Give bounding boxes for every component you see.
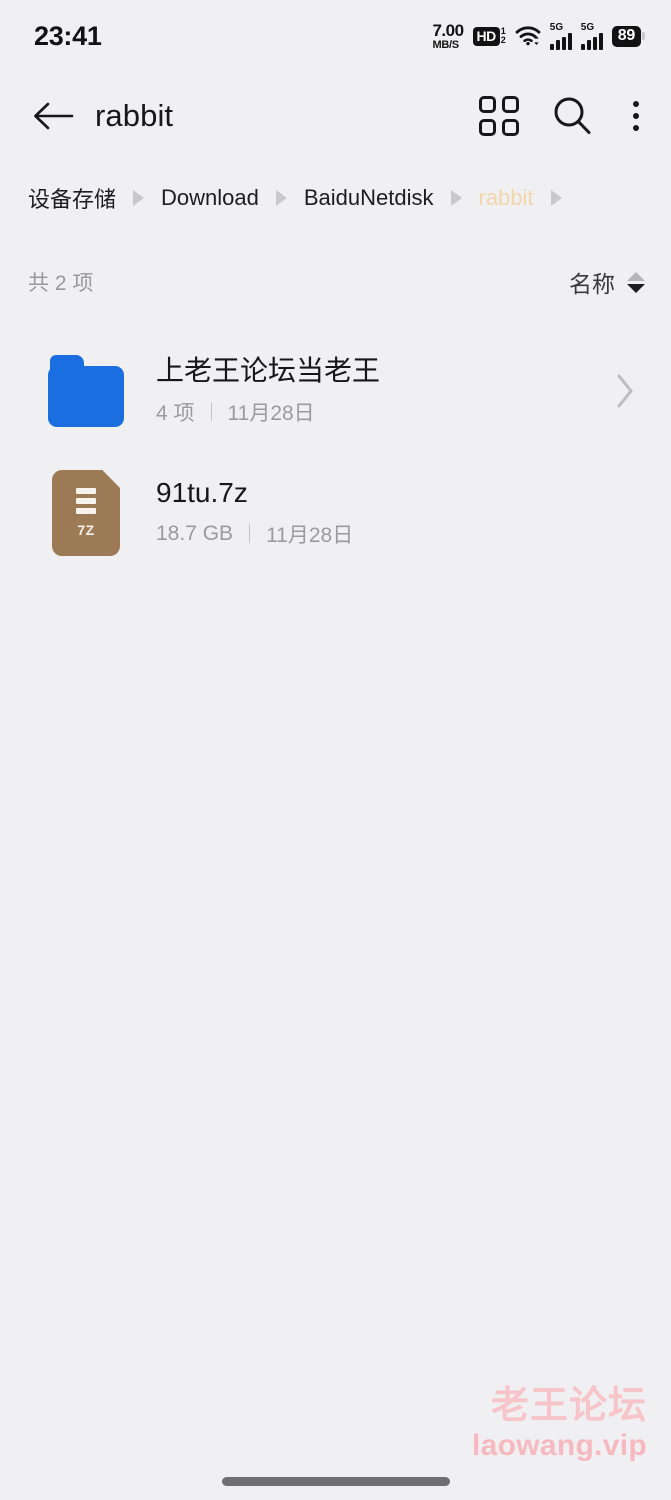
breadcrumb-item-2[interactable]: BaiduNetdisk — [304, 185, 434, 211]
sim2-signal-icon: 5G — [580, 21, 603, 50]
folder-icon — [48, 351, 124, 431]
app-bar-actions — [479, 95, 647, 137]
overflow-dots — [625, 99, 647, 133]
file-meta: 18.7 GB 11月28日 — [156, 519, 605, 549]
caret-right-icon — [450, 190, 462, 206]
file-meta: 4 项 11月28日 — [156, 397, 605, 427]
network-speed-indicator: 7.00 MB/S — [432, 20, 464, 51]
breadcrumb-item-0[interactable]: 设备存储 — [28, 182, 116, 214]
sort-label: 名称 — [569, 271, 615, 297]
hd-voice-icon: HD 1 2 — [472, 26, 506, 46]
sort-control[interactable]: 名称 — [569, 265, 645, 299]
sort-ascending-icon — [627, 271, 645, 281]
file-row-text: 上老王论坛当老王 4 项 11月28日 — [156, 355, 605, 426]
battery-level-label: 89 — [611, 25, 641, 47]
page-title: rabbit — [95, 98, 174, 133]
caret-right-icon — [550, 190, 562, 206]
file-row-text: 91tu.7z 18.7 GB 11月28日 — [156, 477, 605, 548]
archive-format-label: 7Z — [77, 522, 95, 538]
sort-arrows — [627, 271, 645, 293]
file-size: 18.7 GB — [156, 521, 234, 545]
breadcrumb-item-1[interactable]: Download — [161, 185, 259, 211]
meta-divider — [210, 402, 212, 422]
watermark-url: laowang.vip — [472, 1429, 647, 1462]
hd-sim-indicator: 1 2 — [500, 26, 506, 46]
network-speed-value: 7.00 — [432, 20, 464, 40]
status-time: 23:41 — [34, 20, 102, 51]
app-bar: rabbit — [0, 80, 671, 152]
search-icon[interactable] — [551, 95, 593, 137]
status-bar: 23:41 7.00 MB/S HD 1 2 5G 5G 89 — [0, 0, 671, 72]
file-date: 11月28日 — [266, 523, 354, 547]
file-name: 91tu.7z — [156, 477, 248, 509]
sort-descending-icon — [627, 283, 645, 293]
watermark: 老王论坛 laowang.vip — [472, 1385, 647, 1462]
archive-bars — [76, 488, 96, 514]
back-arrow-icon[interactable] — [30, 93, 76, 139]
more-vertical-icon[interactable] — [625, 99, 647, 133]
sim2-network-label: 5G — [580, 21, 595, 33]
hd-badge-label: HD — [472, 26, 500, 46]
sim1-network-label: 5G — [549, 21, 564, 33]
item-count-label: 共 2 项 — [28, 272, 94, 295]
file-item-count: 4 项 — [156, 401, 195, 425]
watermark-title: 老王论坛 — [490, 1385, 647, 1428]
chevron-right-icon[interactable] — [605, 373, 645, 409]
grid-view-glyph — [479, 96, 519, 136]
network-speed-unit: MB/S — [432, 38, 459, 51]
sim2-signal-bars — [580, 32, 603, 50]
sim1-signal-bars — [549, 32, 572, 50]
caret-right-icon — [133, 190, 145, 206]
breadcrumb-item-3-current[interactable]: rabbit — [479, 185, 534, 211]
status-icons-group: 7.00 MB/S HD 1 2 5G 5G 89 — [432, 22, 645, 51]
archive-glyph: 7Z — [52, 470, 120, 556]
battery-nub — [642, 32, 645, 40]
list-header: 共 2 项 名称 — [0, 258, 671, 306]
home-indicator[interactable] — [221, 1477, 450, 1486]
archive-7z-icon: 7Z — [48, 470, 124, 556]
folder-glyph — [48, 355, 124, 427]
sim1-signal-icon: 5G — [549, 21, 572, 50]
breadcrumb: 设备存储 Download BaiduNetdisk rabbit — [0, 176, 671, 220]
file-list: 上老王论坛当老王 4 项 11月28日 7Z 91tu.7z 18.7 GB 1… — [0, 330, 671, 574]
grid-view-icon[interactable] — [479, 96, 519, 136]
battery-icon: 89 — [611, 25, 645, 47]
table-row[interactable]: 上老王论坛当老王 4 项 11月28日 — [0, 330, 671, 452]
wifi-icon — [515, 26, 541, 46]
meta-divider — [249, 524, 251, 544]
caret-right-icon — [275, 190, 287, 206]
hd-sim-bottom: 2 — [500, 35, 506, 45]
file-name: 上老王论坛当老王 — [156, 355, 381, 387]
table-row[interactable]: 7Z 91tu.7z 18.7 GB 11月28日 — [0, 452, 671, 574]
file-date: 11月28日 — [227, 401, 315, 425]
